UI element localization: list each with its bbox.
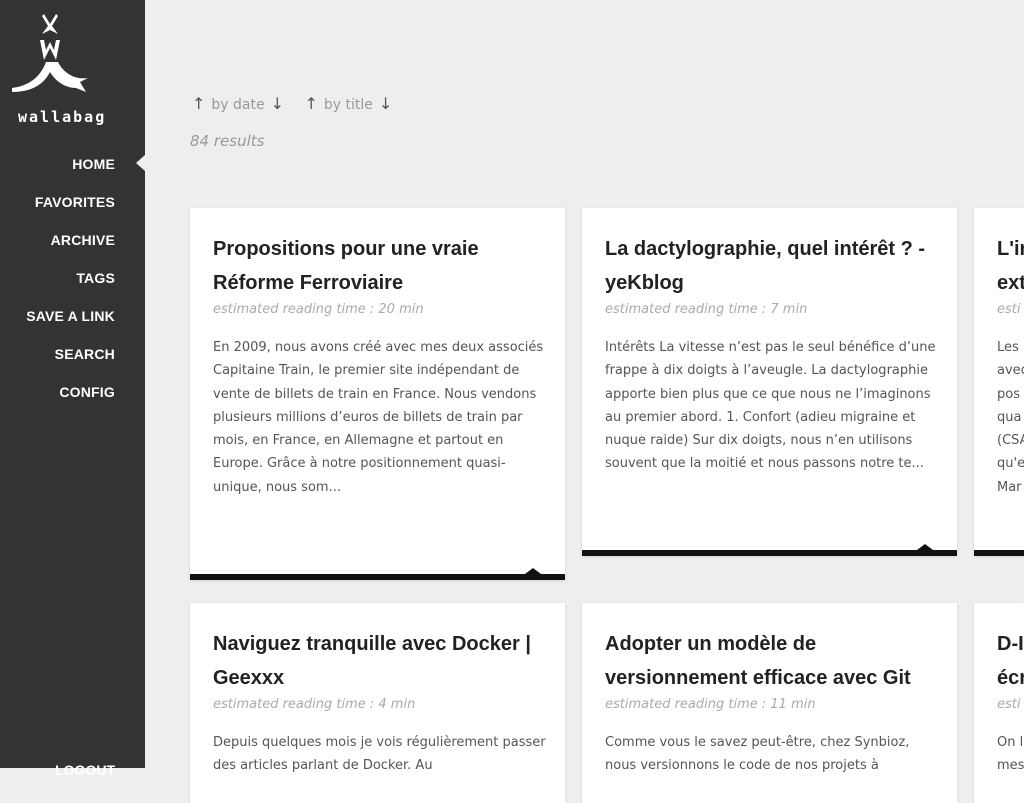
reading-time: estimated reading time : 20 min xyxy=(213,302,424,317)
nav-item-search[interactable]: SEARCH xyxy=(0,334,145,372)
nav-item-save-a-link[interactable]: SAVE A LINK xyxy=(0,296,145,334)
entry-card[interactable]: D-I écr esti On l mes xyxy=(974,603,1024,803)
sort-bar: ↑ by date ↓ ↑ by title ↓ xyxy=(192,94,408,113)
entry-summary: Depuis quelques mois je vois régulièreme… xyxy=(213,735,546,774)
nav-link-search[interactable]: SEARCH xyxy=(55,346,115,362)
entry-title[interactable]: Adopter un modèle de versionnement effic… xyxy=(605,627,940,695)
entry-summary: Les avec pos qua (CSA qu'e Mar xyxy=(997,340,1024,495)
reading-time: estimated reading time : 11 min xyxy=(605,697,816,712)
reading-time: estimated reading time : 4 min xyxy=(213,697,416,712)
reading-time: esti xyxy=(997,302,1021,317)
nav-link-archive[interactable]: ARCHIVE xyxy=(51,232,115,248)
sort-date-asc-icon[interactable]: ↑ xyxy=(192,94,205,113)
sort-title-asc-icon[interactable]: ↑ xyxy=(304,94,317,113)
sort-title-label: by title xyxy=(323,97,373,113)
nav-link-tags[interactable]: TAGS xyxy=(76,270,115,286)
entry-card[interactable]: Naviguez tranquille avec Docker | Geexxx… xyxy=(190,603,565,803)
sort-by-title: ↑ by title ↓ xyxy=(304,94,392,113)
entry-title[interactable]: D-I écr xyxy=(997,627,1024,695)
entry-card[interactable]: L'in ext esti Les avec pos qua (CSA qu'e… xyxy=(974,208,1024,556)
nav-item-favorites[interactable]: FAVORITES xyxy=(0,182,145,220)
nav-link-save-a-link[interactable]: SAVE A LINK xyxy=(26,308,115,324)
card-bottom-bar xyxy=(974,550,1024,556)
entry-title[interactable]: L'in ext xyxy=(997,232,1024,300)
sort-by-date: ↑ by date ↓ xyxy=(192,94,284,113)
logout-link[interactable]: LOGOUT xyxy=(55,762,115,778)
results-count: 84 results xyxy=(190,132,265,150)
wallabag-logo-icon xyxy=(12,14,88,92)
entry-title[interactable]: Naviguez tranquille avec Docker | Geexxx xyxy=(213,627,548,695)
sort-date-label: by date xyxy=(211,97,265,113)
sidebar: wallabag HOME FAVORITES ARCHIVE TAGS SAV… xyxy=(0,0,145,778)
nav-item-archive[interactable]: ARCHIVE xyxy=(0,220,145,258)
brand-name: wallabag xyxy=(18,108,107,126)
nav-item-home[interactable]: HOME xyxy=(0,144,145,182)
nav-link-home[interactable]: HOME xyxy=(72,156,115,172)
entry-summary: Intérêts La vitesse n’est pas le seul bé… xyxy=(605,340,936,472)
nav-item-config[interactable]: CONFIG xyxy=(0,372,145,410)
entry-card[interactable]: Adopter un modèle de versionnement effic… xyxy=(582,603,957,803)
card-bottom-bar xyxy=(582,550,957,556)
entry-summary: Comme vous le savez peut-être, chez Synb… xyxy=(605,735,910,774)
reading-time: estimated reading time : 7 min xyxy=(605,302,808,317)
entry-summary: On l mes xyxy=(997,735,1024,774)
nav-item-tags[interactable]: TAGS xyxy=(0,258,145,296)
sort-title-desc-icon[interactable]: ↓ xyxy=(379,94,392,113)
reading-time: esti xyxy=(997,697,1021,712)
logo[interactable]: wallabag xyxy=(0,8,145,128)
main-nav: HOME FAVORITES ARCHIVE TAGS SAVE A LINK … xyxy=(0,144,145,410)
entry-title[interactable]: Propositions pour une vraie Réforme Ferr… xyxy=(213,232,548,300)
sort-date-desc-icon[interactable]: ↓ xyxy=(271,94,284,113)
entry-card[interactable]: La dactylographie, quel intérêt ? - yeKb… xyxy=(582,208,957,556)
entry-title[interactable]: La dactylographie, quel intérêt ? - yeKb… xyxy=(605,232,940,300)
entry-card[interactable]: Propositions pour une vraie Réforme Ferr… xyxy=(190,208,565,580)
entry-summary: En 2009, nous avons créé avec mes deux a… xyxy=(213,340,544,495)
card-bottom-bar xyxy=(190,574,565,580)
nav-link-config[interactable]: CONFIG xyxy=(59,384,115,400)
nav-link-favorites[interactable]: FAVORITES xyxy=(35,194,115,210)
